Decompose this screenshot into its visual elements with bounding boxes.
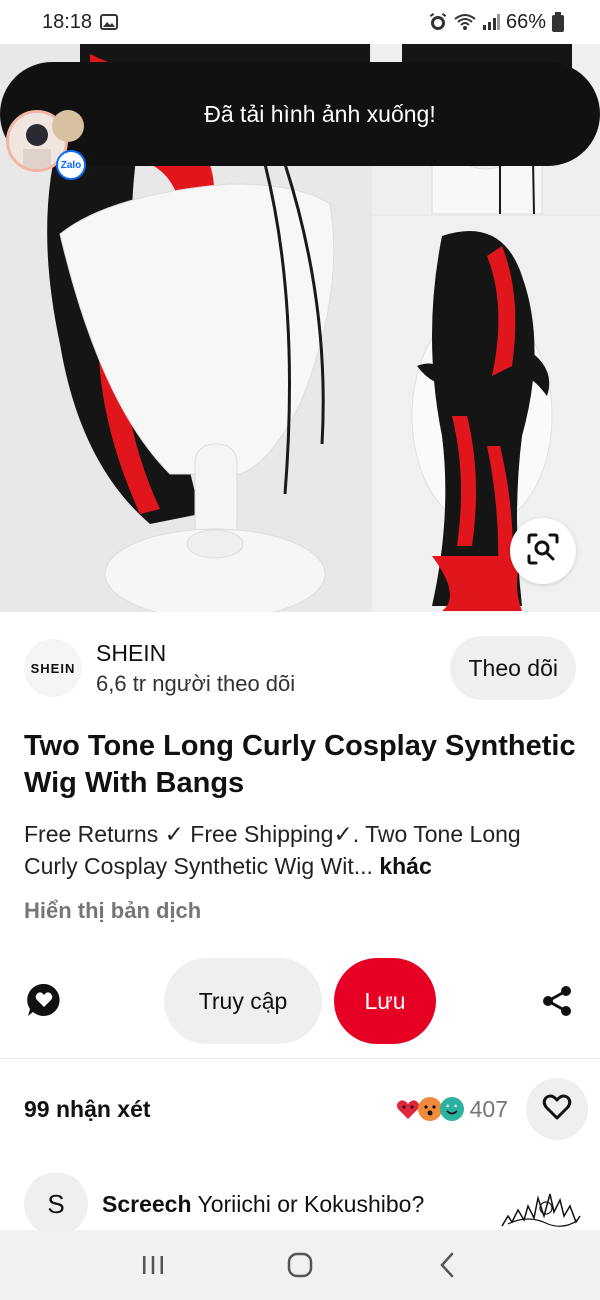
gallery-icon (100, 14, 119, 30)
comments-header: 99 nhận xét 407 (24, 1078, 588, 1140)
react-button[interactable] (526, 1078, 588, 1140)
wifi-icon (454, 13, 476, 31)
status-right: 66% (428, 11, 564, 34)
chat-head-secondary-avatar (52, 110, 84, 142)
comment-author[interactable]: Screech (102, 1191, 192, 1217)
alarm-icon (428, 12, 448, 32)
zalo-chat-head[interactable]: Zalo (6, 110, 86, 180)
status-bar: 18:18 66% (0, 0, 600, 44)
pin-title: Two Tone Long Curly Cosplay Synthetic Wi… (24, 730, 576, 799)
recent-apps-icon[interactable] (123, 1240, 183, 1290)
download-toast: Đã tải hình ảnh xuống! (0, 62, 600, 166)
wow-reaction-icon (417, 1097, 442, 1121)
save-button[interactable]: Lưu (334, 958, 436, 1044)
section-divider (0, 1058, 600, 1059)
creator-info[interactable]: SHEIN 6,6 tr người theo dõi (96, 640, 295, 697)
share-icon[interactable] (538, 982, 576, 1020)
back-icon[interactable] (417, 1240, 477, 1290)
comment-body: Yoriichi or Kokushibo? (197, 1190, 425, 1217)
comment-avatar[interactable]: S (24, 1172, 88, 1236)
creator-name[interactable]: SHEIN (96, 640, 295, 667)
visit-button[interactable]: Truy cập (164, 958, 322, 1044)
toast-message: Đã tải hình ảnh xuống! (204, 100, 436, 127)
status-left: 18:18 (42, 10, 119, 34)
creator-avatar[interactable]: SHEIN (24, 639, 82, 697)
heart-outline-icon (542, 1093, 572, 1126)
action-row: Truy cập Lưu (0, 958, 600, 1044)
comments-count[interactable]: 99 nhận xét (24, 1096, 151, 1123)
reactions-summary[interactable]: 407 (396, 1095, 508, 1123)
pin-description: Free Returns ✓ Free Shipping✓. Two Tone … (24, 818, 576, 882)
home-icon[interactable] (270, 1240, 330, 1290)
creator-followers: 6,6 tr người theo dõi (96, 670, 296, 696)
star-eyes-reaction-icon (439, 1097, 464, 1121)
reaction-count: 407 (469, 1095, 508, 1122)
battery-percent: 66% (505, 10, 546, 33)
pin-description-text: Free Returns ✓ Free Shipping✓. Two Tone … (24, 821, 521, 879)
zalo-badge-icon: Zalo (56, 150, 86, 180)
follow-button[interactable]: Theo dõi (450, 636, 576, 700)
status-time: 18:18 (42, 10, 93, 33)
signal-icon (482, 14, 500, 30)
system-nav-bar (0, 1230, 600, 1300)
visual-search-icon (526, 532, 560, 571)
more-link[interactable]: khác (379, 853, 431, 879)
battery-icon (552, 12, 564, 32)
heart-reaction-icon (396, 1097, 420, 1121)
creator-row: SHEIN SHEIN 6,6 tr người theo dõi Theo d… (24, 636, 576, 700)
comment-icon[interactable] (24, 980, 64, 1020)
comment-text: Screech Yoriichi or Kokushibo? (102, 1191, 424, 1218)
comment-item[interactable]: S Screech Yoriichi or Kokushibo? (24, 1172, 600, 1236)
comment-sticker-image (498, 1186, 582, 1230)
visual-search-button[interactable] (510, 518, 576, 584)
show-translation-link[interactable]: Hiển thị bản dịch (24, 898, 201, 924)
